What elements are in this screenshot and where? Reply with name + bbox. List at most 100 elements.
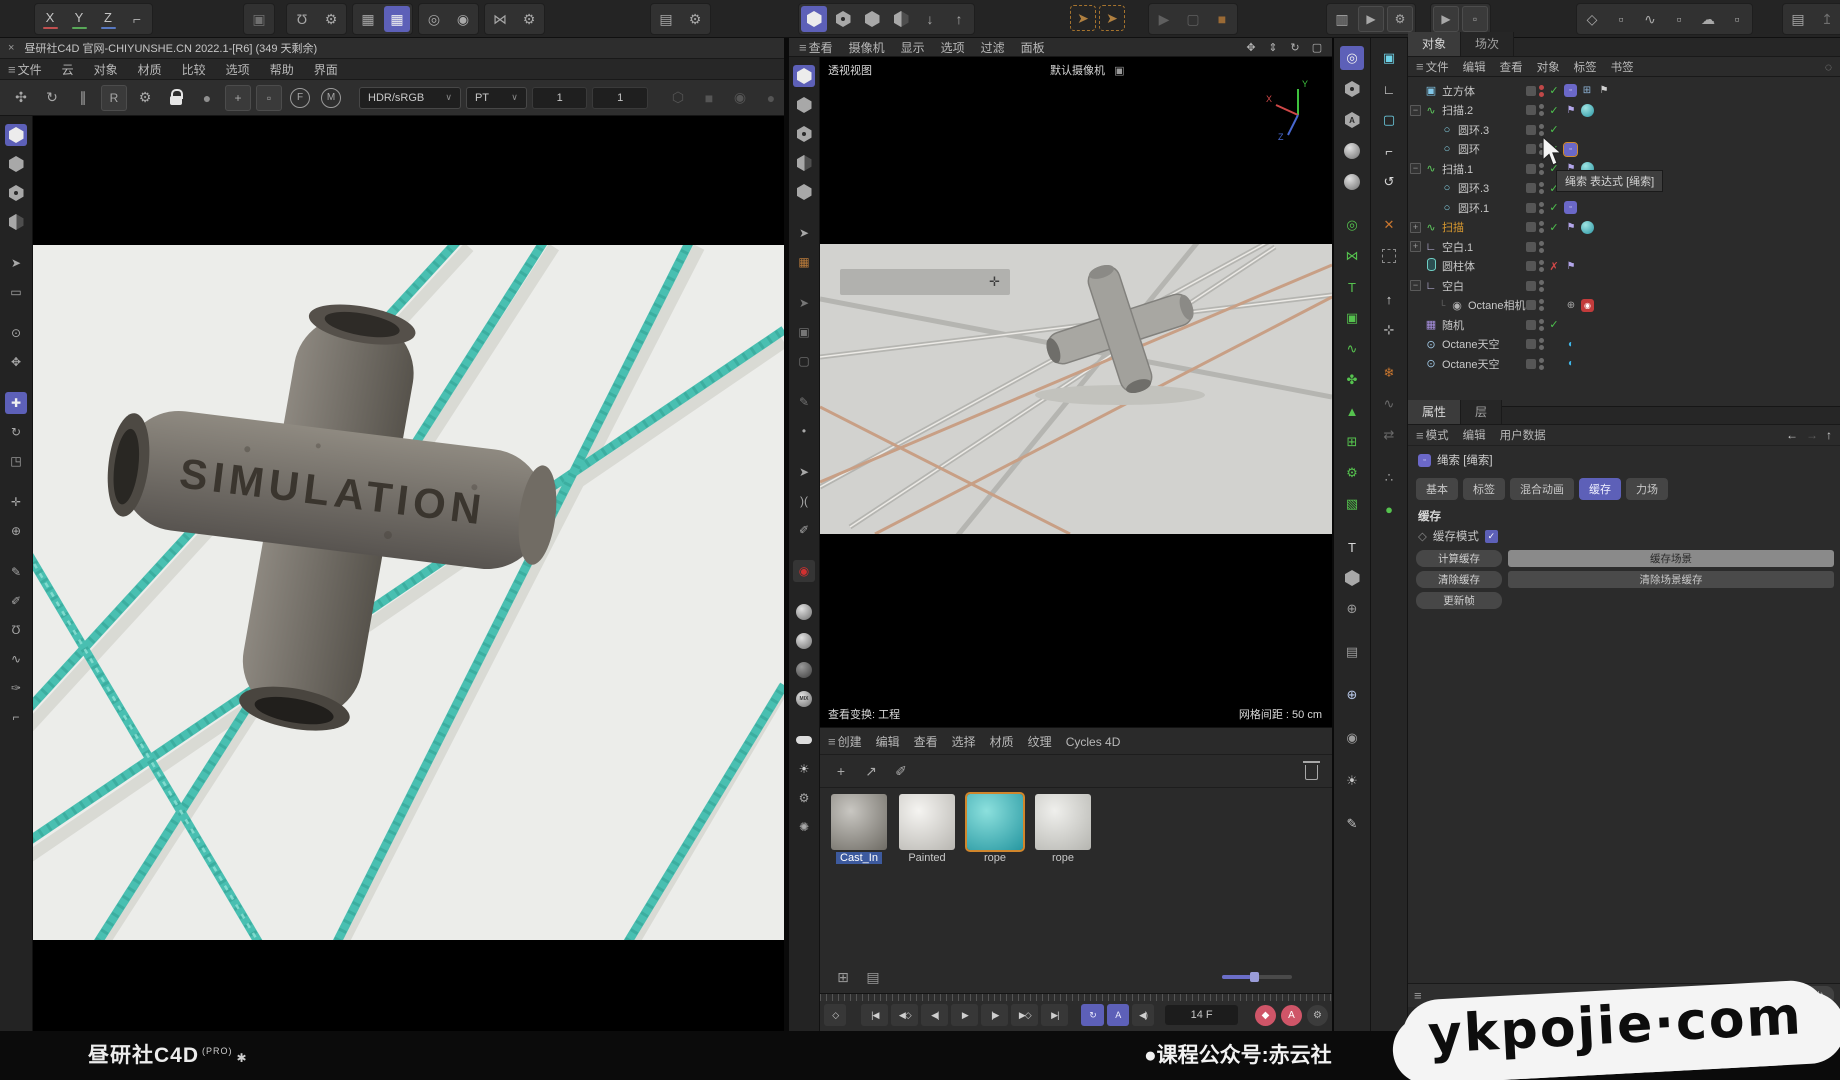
attr-tab-基本[interactable]: 基本 xyxy=(1416,478,1458,500)
tab-属性[interactable]: 属性 xyxy=(1408,400,1461,424)
viewport-label[interactable]: 透视视图 xyxy=(828,62,872,78)
samples-field[interactable]: 1 xyxy=(532,87,588,109)
attr-tab-标签[interactable]: 标签 xyxy=(1463,478,1505,500)
material-tag-icon[interactable] xyxy=(1581,104,1594,117)
restart-render-icon[interactable]: ↻ xyxy=(39,85,65,111)
keyframe-icon[interactable]: ◇ xyxy=(824,1004,846,1026)
scale-icon[interactable]: ◳ xyxy=(5,450,27,472)
grid-view-icon[interactable]: ⊞ xyxy=(830,964,856,990)
editor-visibility-toggle[interactable] xyxy=(1526,320,1536,330)
circle-l-icon[interactable]: ⌐ xyxy=(1377,139,1401,163)
menu-item-创建[interactable]: 创建 xyxy=(838,733,862,750)
menu-item-选择[interactable]: 选择 xyxy=(952,733,976,750)
tab-场次[interactable]: 场次 xyxy=(1461,32,1514,56)
view-sphere-icon[interactable] xyxy=(793,65,815,87)
curve-editor-icon[interactable]: ∿ xyxy=(1637,6,1663,32)
pointer-icon[interactable]: ➤ xyxy=(793,292,815,314)
material-ball-mix[interactable]: MIX xyxy=(793,688,815,710)
shading-box-icon[interactable] xyxy=(888,6,914,32)
tab-对象[interactable]: 对象 xyxy=(1408,32,1461,56)
material-Cast_In[interactable]: Cast_In xyxy=(828,794,890,864)
rect-select-icon[interactable]: ▭ xyxy=(5,281,27,303)
modeling-ring-icon[interactable]: ◎ xyxy=(421,6,447,32)
visibility-dots[interactable] xyxy=(1539,319,1544,331)
pick-material-icon[interactable]: ✐ xyxy=(888,758,914,784)
camera-label[interactable]: 默认摄像机 ▣ xyxy=(1050,62,1124,78)
document-settings-icon[interactable]: ⚙ xyxy=(682,6,708,32)
iris-icon[interactable]: ✣ xyxy=(8,85,34,111)
camera-export-icon[interactable]: ◉ xyxy=(727,85,753,111)
cube-cyan-icon[interactable]: ▣ xyxy=(1377,46,1401,70)
zoom-icon[interactable]: ⊙ xyxy=(5,322,27,344)
shader-diamond-icon[interactable]: ◇ xyxy=(1579,6,1605,32)
forward-icon[interactable]: → xyxy=(1806,428,1818,442)
xpresso-tag-icon[interactable]: ⊞ xyxy=(1580,84,1594,98)
prev-key-button[interactable]: ◀◇ xyxy=(891,1004,918,1026)
flag-tag-icon[interactable]: ⚑ xyxy=(1597,84,1611,98)
dot-icon[interactable]: • xyxy=(793,420,815,442)
button-计算缓存[interactable]: 计算缓存 xyxy=(1416,550,1502,567)
sim-gear-icon[interactable]: ⚙ xyxy=(1340,461,1364,485)
menu-icon[interactable]: ≡ xyxy=(1416,428,1424,443)
film-icon[interactable]: ▤ xyxy=(1340,640,1364,664)
toggle-axis-x[interactable]: X xyxy=(37,6,63,32)
menu-icon[interactable]: ≡ xyxy=(799,40,807,55)
select-arrow-icon[interactable]: ➤ xyxy=(793,222,815,244)
expand-toggle[interactable]: − xyxy=(1410,163,1421,174)
editor-visibility-toggle[interactable] xyxy=(1526,105,1536,115)
enable-toggle[interactable]: ✓ xyxy=(1547,201,1561,214)
go-start-button[interactable]: |◀ xyxy=(861,1004,888,1026)
go-end-button[interactable]: ▶| xyxy=(1041,1004,1068,1026)
phong-tag-icon[interactable]: ⚑ xyxy=(1564,220,1578,234)
menu-item-界面[interactable]: 界面 xyxy=(314,61,338,78)
next-key-button[interactable]: ▶◇ xyxy=(1011,1004,1038,1026)
editor-visibility-toggle[interactable] xyxy=(1526,183,1536,193)
region-render-icon[interactable]: R xyxy=(101,85,127,111)
menu-item-模式[interactable]: 模式 xyxy=(1426,427,1449,443)
clone-icon[interactable]: ⊞ xyxy=(1340,430,1364,454)
menu-icon[interactable]: ≡ xyxy=(828,734,836,749)
focus-picker-icon[interactable]: F xyxy=(290,88,310,108)
menu-icon[interactable]: ≡ xyxy=(8,62,16,77)
phong-tag-icon[interactable]: ⚑ xyxy=(1564,103,1578,117)
tree-row-随机[interactable]: ▦随机✓ xyxy=(1408,315,1840,335)
material-Painted[interactable]: Painted xyxy=(896,794,958,864)
gear-sun-icon[interactable]: ⚙ xyxy=(793,787,815,809)
shading-gouraud-icon[interactable] xyxy=(801,6,827,32)
asset-cloud-icon[interactable]: ☁ xyxy=(1695,6,1721,32)
move-icon[interactable]: ✚ xyxy=(5,392,27,414)
mesh-export-icon[interactable]: ⬡ xyxy=(665,85,691,111)
visibility-dots[interactable] xyxy=(1539,260,1544,272)
perspective-viewport[interactable]: 透视视图 默认摄像机 ▣ ✛ Y X Z 查看变换: 工程 网格间距 : 50 … xyxy=(820,57,1332,727)
menu-item-书签[interactable]: 书签 xyxy=(1611,59,1634,75)
render-picture-viewer-icon[interactable]: ▶ xyxy=(1358,6,1384,32)
render-settings-icon[interactable]: ⚙ xyxy=(132,85,158,111)
sphere-grid-icon[interactable]: ⊕ xyxy=(1340,597,1364,621)
editor-visibility-toggle[interactable] xyxy=(1526,281,1536,291)
mirror-icon[interactable]: ⋈ xyxy=(487,6,513,32)
smooth-icon[interactable]: ∿ xyxy=(5,648,27,670)
toggle-axis-y[interactable]: Y xyxy=(66,6,92,32)
menu-item-对象[interactable]: 对象 xyxy=(1537,59,1560,75)
record-keyframe-button[interactable]: ◆ xyxy=(1255,1005,1276,1026)
menu-item-编辑[interactable]: 编辑 xyxy=(1463,59,1486,75)
snap-settings-icon[interactable]: ⚙ xyxy=(318,6,344,32)
curve-open-icon[interactable]: ▫ xyxy=(1666,6,1692,32)
menu-item-Cycles 4D[interactable]: Cycles 4D xyxy=(1066,735,1121,749)
layout-arrow-icon[interactable]: ↥ xyxy=(1814,6,1840,32)
menu-item-标签[interactable]: 标签 xyxy=(1574,59,1597,75)
enable-toggle[interactable]: ✓ xyxy=(1547,84,1561,97)
editor-visibility-toggle[interactable] xyxy=(1526,222,1536,232)
pause-render-icon[interactable]: ∥ xyxy=(70,85,96,111)
visibility-dots[interactable] xyxy=(1539,338,1544,350)
sweep-green-icon[interactable]: ∿ xyxy=(1340,337,1364,361)
axis-lock-icon[interactable]: ✛ xyxy=(5,491,27,513)
editor-visibility-toggle[interactable] xyxy=(1526,144,1536,154)
editor-visibility-toggle[interactable] xyxy=(1526,300,1536,310)
texture-view-icon[interactable]: ▣ xyxy=(246,6,272,32)
grid-snap-icon[interactable]: ▦ xyxy=(355,6,381,32)
cursor-icon[interactable]: ➤ xyxy=(793,461,815,483)
view-iso-icon[interactable] xyxy=(793,181,815,203)
cloth-icon[interactable]: T xyxy=(1340,275,1364,299)
menu-icon[interactable]: ≡ xyxy=(1414,988,1422,1003)
